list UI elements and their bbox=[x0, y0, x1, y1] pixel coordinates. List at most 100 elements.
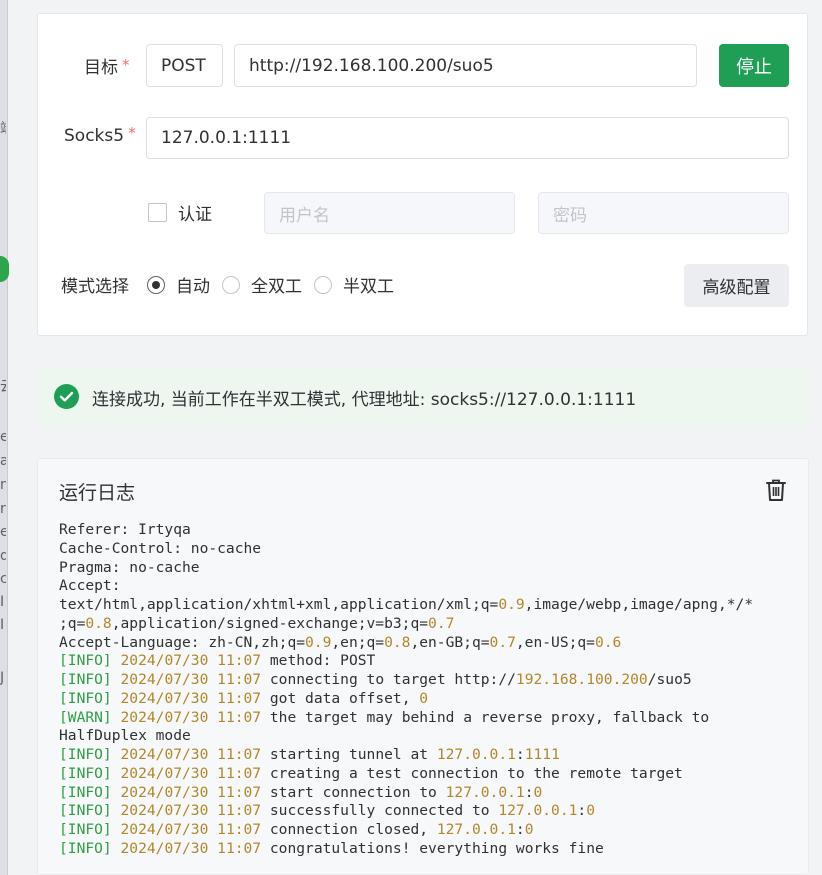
log-line-segment bbox=[112, 690, 121, 707]
log-line-segment: [INFO] bbox=[59, 802, 112, 820]
log-line-segment: 0 bbox=[419, 689, 429, 707]
log-line: Accept: bbox=[59, 577, 794, 596]
log-line-segment: got data offset, bbox=[261, 689, 420, 707]
log-line-segment: Pragma: no-cache bbox=[59, 558, 200, 576]
stop-button[interactable]: 停止 bbox=[719, 44, 789, 87]
log-line-segment: 2024/07/30 11:07 bbox=[120, 671, 262, 688]
log-output: Referer: Irtyqa Cache-Control: no-cache Pr… bbox=[59, 521, 794, 859]
password-input[interactable]: 密码 bbox=[538, 192, 789, 234]
username-input[interactable]: 用户名 bbox=[264, 192, 515, 234]
required-mark: * bbox=[128, 124, 136, 142]
log-line: Pragma: no-cache bbox=[59, 559, 794, 578]
auth-label: 认证 bbox=[178, 205, 212, 225]
background-edge-glyph: q bbox=[0, 548, 6, 564]
log-line-segment bbox=[112, 671, 121, 688]
mode-radio-half-duplex[interactable] bbox=[314, 276, 332, 294]
log-line: [INFO] 2024/07/30 11:07 start connection… bbox=[59, 784, 794, 803]
log-line-segment: 0.7 bbox=[428, 614, 455, 632]
log-line-segment: 0.7 bbox=[489, 633, 516, 651]
log-line-segment: ;q= bbox=[59, 614, 86, 632]
log-line-segment: congratulations! everything works fine bbox=[261, 839, 604, 857]
background-edge-glyph: n bbox=[0, 477, 6, 493]
log-line-segment: start connection to bbox=[261, 783, 446, 801]
log-line-segment: [INFO] bbox=[59, 839, 112, 857]
background-edge-glyph: r bbox=[0, 501, 6, 517]
log-line-segment: 2024/07/30 11:07 bbox=[120, 689, 262, 707]
log-line-segment: : bbox=[515, 821, 525, 838]
connection-success-alert: 连接成功, 当前工作在半双工模式, 代理地址: socks5://127.0.0… bbox=[37, 368, 809, 427]
socks5-address-value: 127.0.0.1:1111 bbox=[161, 128, 292, 148]
alert-message: 连接成功, 当前工作在半双工模式, 代理地址: socks5://127.0.0… bbox=[92, 390, 637, 410]
log-line-segment: [WARN] bbox=[59, 708, 112, 726]
advanced-config-button[interactable]: 高级配置 bbox=[684, 264, 789, 307]
log-line-segment: starting tunnel at bbox=[261, 746, 437, 763]
log-line-segment: ,en-US;q= bbox=[515, 633, 595, 651]
log-line: HalfDuplex mode bbox=[59, 727, 794, 746]
mode-option-half-duplex-label: 半双工 bbox=[343, 277, 394, 297]
log-line-segment: 0 bbox=[533, 783, 543, 801]
background-edge-glyph: I bbox=[0, 594, 5, 610]
log-line-segment bbox=[112, 840, 121, 857]
trash-icon[interactable] bbox=[765, 478, 787, 502]
log-line: Cache-Control: no-cache bbox=[59, 540, 794, 559]
log-line-segment bbox=[112, 746, 121, 763]
password-placeholder: 密码 bbox=[553, 205, 587, 226]
run-log-card: 运行日志 Referer: Irtyqa Cache-Control: no-ca… bbox=[37, 458, 809, 875]
log-line-segment bbox=[112, 765, 121, 782]
log-line-segment: 0 bbox=[524, 821, 534, 838]
mode-option-auto-label: 自动 bbox=[176, 277, 210, 297]
required-mark: * bbox=[122, 56, 130, 74]
log-line-segment: ,application/signed-exchange;v=b3;q= bbox=[111, 614, 429, 632]
target-label-text: 目标 bbox=[84, 58, 118, 78]
background-edge-glyph: e bbox=[0, 429, 6, 445]
log-line-segment: 127.0.0.1 bbox=[436, 821, 516, 838]
auth-checkbox[interactable] bbox=[148, 203, 167, 222]
log-line-segment: Referer: Irtyqa bbox=[59, 521, 191, 538]
log-line-segment: the target may behind a reverse proxy, f… bbox=[261, 708, 710, 726]
mode-option-full-duplex-label: 全双工 bbox=[251, 277, 302, 297]
log-line-segment: 0.9 bbox=[305, 633, 332, 651]
mode-radio-auto[interactable] bbox=[147, 276, 165, 294]
log-line: [INFO] 2024/07/30 11:07 connection close… bbox=[59, 821, 794, 840]
log-line-segment: 2024/07/30 11:07 bbox=[120, 764, 262, 782]
target-url-input[interactable]: http://192.168.100.200/suo5 bbox=[234, 44, 697, 87]
log-line-segment: [INFO] bbox=[59, 746, 112, 763]
log-line-segment: connecting to target http:// bbox=[261, 671, 516, 688]
log-line-segment: [INFO] bbox=[59, 764, 112, 782]
log-line: ;q=0.8,application/signed-exchange;v=b3;… bbox=[59, 615, 794, 634]
log-line-segment bbox=[112, 709, 121, 726]
log-line-segment: [INFO] bbox=[59, 783, 112, 801]
log-line-segment: text/html,application/xhtml+xml,applicat… bbox=[59, 596, 499, 613]
log-line-segment: [INFO] bbox=[59, 671, 112, 688]
method-value: POST bbox=[161, 55, 206, 76]
log-line-segment bbox=[112, 784, 121, 801]
socks5-address-input[interactable]: 127.0.0.1:1111 bbox=[146, 117, 789, 159]
background-edge-glyph: a bbox=[0, 453, 6, 469]
socks5-label-text: Socks5 bbox=[64, 126, 125, 146]
log-line: [INFO] 2024/07/30 11:07 connecting to ta… bbox=[59, 671, 794, 690]
log-line-segment: Accept-Language: zh-CN,zh;q= bbox=[59, 633, 306, 651]
log-line-segment: 2024/07/30 11:07 bbox=[120, 746, 262, 763]
log-line-segment: [INFO] bbox=[59, 821, 112, 838]
advanced-config-label: 高级配置 bbox=[702, 278, 771, 298]
log-line-segment: HalfDuplex mode bbox=[59, 727, 191, 745]
log-line-segment: : bbox=[524, 783, 534, 801]
log-line-segment: 2024/07/30 11:07 bbox=[120, 708, 262, 726]
log-line-segment: : bbox=[515, 746, 525, 763]
log-line: [INFO] 2024/07/30 11:07 got data offset,… bbox=[59, 690, 794, 709]
log-line-segment: 0.6 bbox=[594, 633, 622, 651]
method-select[interactable]: POST bbox=[146, 44, 223, 87]
log-line-segment: 0.9 bbox=[498, 596, 525, 613]
username-placeholder: 用户名 bbox=[279, 205, 330, 226]
mode-radio-full-duplex[interactable] bbox=[222, 276, 240, 294]
log-line: [INFO] 2024/07/30 11:07 method: POST bbox=[59, 652, 794, 671]
target-url-value: http://192.168.100.200/suo5 bbox=[249, 55, 494, 76]
mode-label: 模式选择 bbox=[61, 277, 129, 297]
log-line-segment: 2024/07/30 11:07 bbox=[120, 783, 262, 801]
log-line-segment: successfully connected to bbox=[261, 802, 499, 820]
log-line-segment: 0.8 bbox=[384, 633, 411, 651]
log-line-segment: 2024/07/30 11:07 bbox=[120, 821, 262, 838]
socks5-label: Socks5 * bbox=[64, 124, 136, 146]
log-line-segment: 2024/07/30 11:07 bbox=[120, 839, 262, 857]
log-line: text/html,application/xhtml+xml,applicat… bbox=[59, 596, 794, 615]
